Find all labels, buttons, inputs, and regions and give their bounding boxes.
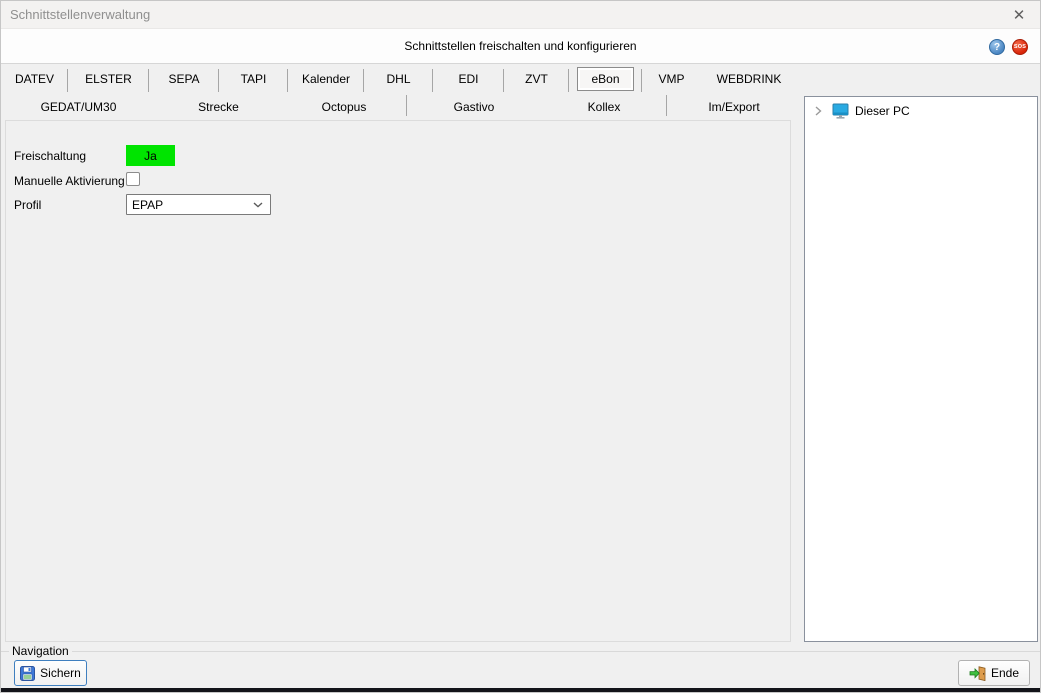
close-icon[interactable]: ✕ [1006, 4, 1032, 26]
chevron-right-icon[interactable] [814, 106, 822, 116]
tab-tapi[interactable]: TAPI [219, 64, 288, 93]
tree-item-dieser-pc[interactable]: Dieser PC [805, 102, 1037, 120]
tab-row-2: GEDAT/UM30 Strecke Octopus Gastivo Kolle… [1, 93, 801, 120]
tab-zvt[interactable]: ZVT [504, 64, 569, 93]
tab-ebon-selected[interactable]: eBon [569, 64, 642, 93]
sos-icon-glyph: SOS [1013, 44, 1027, 50]
profil-label: Profil [14, 198, 42, 212]
save-button[interactable]: Sichern [14, 660, 87, 686]
help-icon[interactable]: ? [989, 39, 1005, 55]
computer-monitor-icon [832, 103, 849, 119]
tab-kalender[interactable]: Kalender [288, 64, 364, 93]
header-band: Schnittstellen freischalten und konfigur… [1, 29, 1040, 64]
selected-tab-frame: eBon [577, 66, 634, 91]
end-button[interactable]: Ende [958, 660, 1030, 686]
navigation-group-label: Navigation [9, 644, 72, 658]
tab-im-export[interactable]: Im/Export [667, 93, 801, 120]
tab-strecke[interactable]: Strecke [156, 93, 281, 120]
tab-dhl[interactable]: DHL [364, 64, 433, 93]
profil-selected-value: EPAP [132, 197, 164, 212]
exit-door-icon [969, 665, 986, 681]
app-window: Schnittstellenverwaltung ✕ Schnittstelle… [0, 0, 1041, 693]
tab-webdrink[interactable]: WEBDRINK [701, 64, 797, 93]
freischaltung-status-badge[interactable]: Ja [126, 145, 175, 166]
help-icon-glyph: ? [993, 41, 1001, 53]
navigation-tree-panel: Dieser PC [804, 96, 1038, 642]
manuelle-aktivierung-label: Manuelle Aktivierung [14, 174, 125, 188]
window-title: Schnittstellenverwaltung [10, 7, 151, 22]
tab-gedat-um30[interactable]: GEDAT/UM30 [1, 93, 156, 120]
tab-datev[interactable]: DATEV [1, 64, 68, 93]
tab-vmp[interactable]: VMP [642, 64, 701, 93]
title-bar: Schnittstellenverwaltung ✕ [1, 1, 1040, 29]
manuelle-aktivierung-checkbox[interactable] [126, 172, 140, 186]
sos-icon[interactable]: SOS [1012, 39, 1028, 55]
save-button-label: Sichern [40, 666, 81, 680]
tab-elster[interactable]: ELSTER [68, 64, 149, 93]
tab-row-1: DATEV ELSTER SEPA TAPI Kalender DHL EDI … [1, 64, 797, 93]
tab-kollex[interactable]: Kollex [541, 93, 667, 120]
settings-panel: Freischaltung Ja Manuelle Aktivierung Pr… [5, 120, 791, 642]
tab-sepa[interactable]: SEPA [149, 64, 219, 93]
floppy-disk-icon [20, 665, 36, 681]
page-title: Schnittstellen freischalten und konfigur… [404, 39, 637, 53]
tab-edi[interactable]: EDI [433, 64, 504, 93]
end-button-label: Ende [990, 666, 1020, 680]
profil-select[interactable]: EPAP [126, 194, 271, 215]
chevron-down-icon [253, 201, 270, 208]
tab-gastivo[interactable]: Gastivo [407, 93, 541, 120]
tree-item-label: Dieser PC [855, 104, 910, 118]
tab-octopus[interactable]: Octopus [281, 93, 407, 120]
freischaltung-label: Freischaltung [14, 149, 87, 163]
window-bottom-edge [1, 688, 1040, 692]
footer-divider [1, 651, 1040, 652]
